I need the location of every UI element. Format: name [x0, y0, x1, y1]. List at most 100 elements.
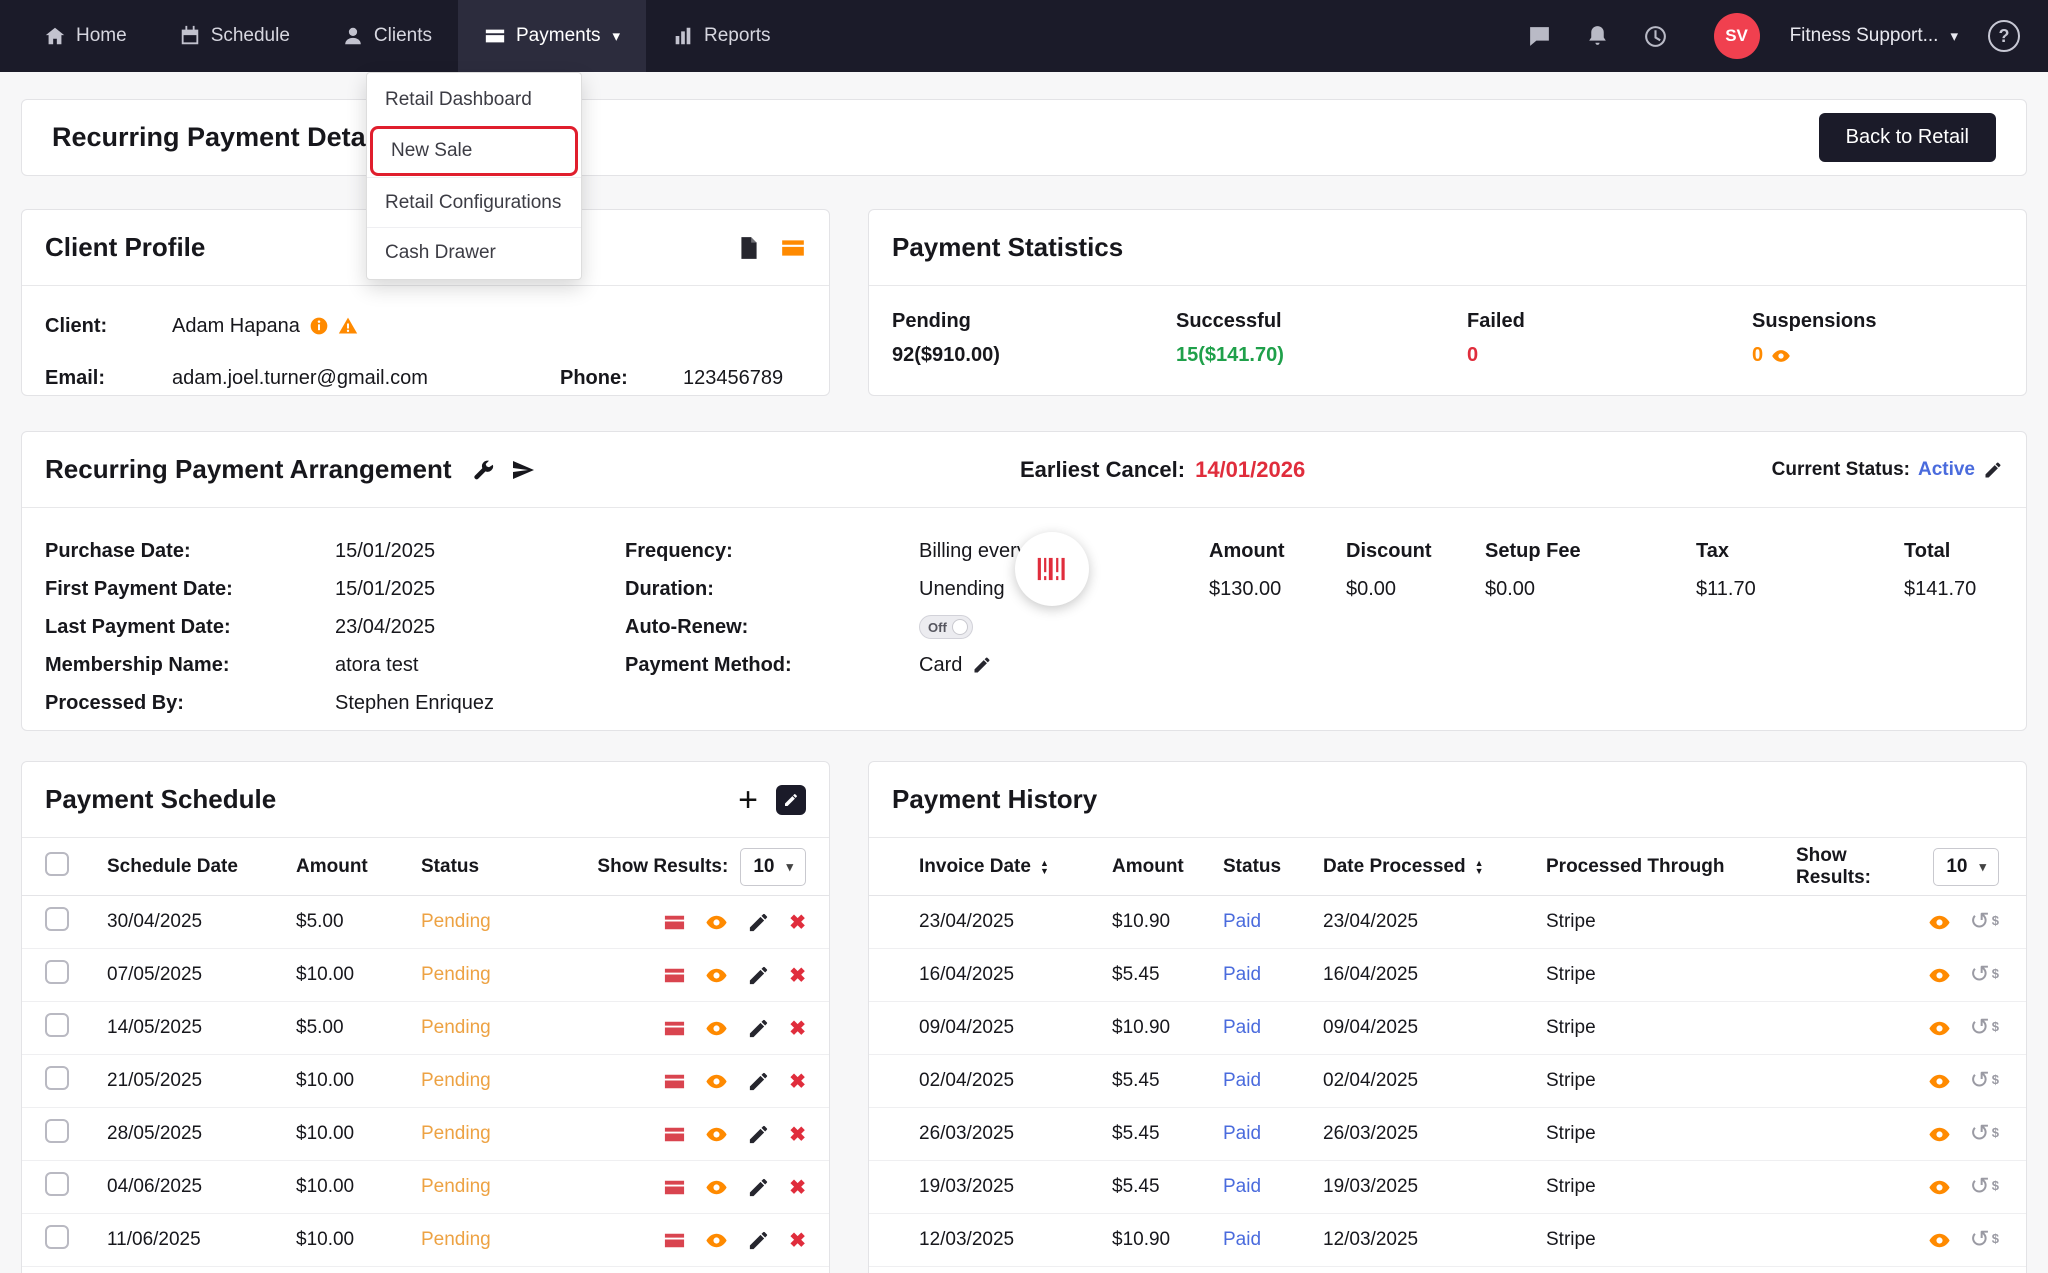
client-document-icon[interactable] [736, 235, 762, 261]
processed-through: Stripe [1546, 1123, 1796, 1145]
delete-x-icon[interactable]: ✖ [789, 963, 806, 988]
view-eye-icon[interactable] [705, 911, 728, 934]
edit-pencil-icon[interactable] [747, 1123, 770, 1146]
edit-payment-method-pencil-icon[interactable] [972, 655, 992, 675]
info-icon[interactable] [309, 316, 329, 336]
page-title: Recurring Payment Detail [52, 122, 381, 153]
row-checkbox[interactable] [45, 907, 69, 931]
delete-x-icon[interactable]: ✖ [789, 1069, 806, 1094]
history-row: 26/03/2025 $5.45 Paid 26/03/2025 Stripe … [869, 1108, 2026, 1161]
charge-card-icon[interactable] [663, 1123, 686, 1146]
edit-status-pencil-icon[interactable] [1983, 460, 2003, 480]
wrench-icon[interactable] [471, 458, 495, 482]
charge-card-icon[interactable] [663, 1229, 686, 1252]
view-eye-icon[interactable] [1928, 911, 1951, 934]
row-checkbox[interactable] [45, 1013, 69, 1037]
nav-home[interactable]: Home [18, 0, 153, 72]
delete-x-icon[interactable]: ✖ [789, 1228, 806, 1253]
delete-x-icon[interactable]: ✖ [789, 1122, 806, 1147]
delete-x-icon[interactable]: ✖ [789, 910, 806, 935]
refund-icon[interactable]: ↺$ [1970, 1176, 1999, 1198]
charge-card-icon[interactable] [663, 1176, 686, 1199]
view-eye-icon[interactable] [1928, 964, 1951, 987]
avatar[interactable]: SV [1714, 13, 1760, 59]
schedule-date: 30/04/2025 [107, 911, 296, 933]
view-eye-icon[interactable] [1928, 1070, 1951, 1093]
edit-pencil-icon[interactable] [747, 1017, 770, 1040]
notifications-bell-icon[interactable] [1584, 22, 1612, 50]
view-eye-icon[interactable] [1928, 1229, 1951, 1252]
main-nav: Home Schedule Clients Payments ▾ Reports [0, 0, 797, 72]
account-menu[interactable]: Fitness Support... ▾ [1790, 25, 1958, 47]
show-results-select[interactable]: 10 ▾ [1933, 848, 1999, 886]
edit-pencil-icon[interactable] [747, 1070, 770, 1093]
status-active-link[interactable]: Active [1918, 459, 1975, 481]
delete-x-icon[interactable]: ✖ [789, 1016, 806, 1041]
schedule-table-header: Schedule Date Amount Status Show Results… [22, 838, 829, 896]
nav-clients[interactable]: Clients [316, 0, 458, 72]
clock-icon[interactable] [1642, 22, 1670, 50]
view-eye-icon[interactable] [705, 1123, 728, 1146]
nav-schedule[interactable]: Schedule [153, 0, 316, 72]
refund-icon[interactable]: ↺$ [1970, 1123, 1999, 1145]
eye-icon[interactable] [1771, 346, 1791, 366]
col-date-processed-sort[interactable]: Date Processed ▲▼ [1323, 856, 1546, 878]
auto-renew-toggle[interactable]: Off [919, 615, 973, 639]
col-invoice-date-sort[interactable]: Invoice Date ▲▼ [896, 856, 1112, 878]
home-icon [44, 25, 66, 47]
menu-item-new-sale[interactable]: New Sale [373, 129, 575, 173]
phone-label: Phone: [560, 367, 683, 390]
back-to-retail-button[interactable]: Back to Retail [1819, 113, 1996, 162]
schedule-status: Pending [421, 911, 571, 933]
menu-item-retail-configurations[interactable]: Retail Configurations [367, 177, 581, 227]
refund-icon[interactable]: ↺$ [1970, 964, 1999, 986]
client-payment-card-icon[interactable] [780, 235, 806, 261]
chevron-down-icon: ▾ [1979, 859, 1986, 875]
refund-icon[interactable]: ↺$ [1970, 911, 1999, 933]
refund-icon[interactable]: ↺$ [1970, 1070, 1999, 1092]
warning-icon[interactable] [338, 316, 358, 336]
send-icon[interactable] [511, 458, 535, 482]
menu-item-retail-dashboard[interactable]: Retail Dashboard [367, 75, 581, 125]
edit-pencil-icon[interactable] [747, 911, 770, 934]
delete-x-icon[interactable]: ✖ [789, 1175, 806, 1200]
show-results-select[interactable]: 10 ▾ [740, 848, 806, 886]
charge-card-icon[interactable] [663, 1017, 686, 1040]
bulk-edit-icon[interactable] [776, 785, 806, 815]
date-processed: 09/04/2025 [1323, 1017, 1546, 1039]
row-checkbox[interactable] [45, 1172, 69, 1196]
view-eye-icon[interactable] [705, 1229, 728, 1252]
view-eye-icon[interactable] [705, 1070, 728, 1093]
charge-card-icon[interactable] [663, 911, 686, 934]
view-eye-icon[interactable] [1928, 1017, 1951, 1040]
edit-pencil-icon[interactable] [747, 1176, 770, 1199]
invoice-date: 09/04/2025 [896, 1017, 1112, 1039]
charge-card-icon[interactable] [663, 1070, 686, 1093]
row-checkbox[interactable] [45, 960, 69, 984]
invoice-date: 19/03/2025 [896, 1176, 1112, 1198]
charge-card-icon[interactable] [663, 964, 686, 987]
edit-pencil-icon[interactable] [747, 964, 770, 987]
history-table-header: Invoice Date ▲▼ Amount Status Date Proce… [869, 838, 2026, 896]
nav-payments[interactable]: Payments ▾ [458, 0, 646, 72]
help-icon[interactable]: ? [1988, 20, 2020, 52]
processed-through: Stripe [1546, 964, 1796, 986]
row-checkbox[interactable] [45, 1225, 69, 1249]
add-schedule-icon[interactable]: + [738, 787, 758, 813]
duration-value: Unending [919, 578, 1005, 601]
view-eye-icon[interactable] [705, 1017, 728, 1040]
chat-icon[interactable] [1526, 22, 1554, 50]
refund-icon[interactable]: ↺$ [1970, 1229, 1999, 1251]
edit-pencil-icon[interactable] [747, 1229, 770, 1252]
row-checkbox[interactable] [45, 1066, 69, 1090]
col-amount: Amount [296, 856, 421, 878]
refund-icon[interactable]: ↺$ [1970, 1017, 1999, 1039]
view-eye-icon[interactable] [705, 1176, 728, 1199]
view-eye-icon[interactable] [1928, 1176, 1951, 1199]
row-checkbox[interactable] [45, 1119, 69, 1143]
select-all-checkbox[interactable] [45, 852, 69, 876]
view-eye-icon[interactable] [705, 964, 728, 987]
view-eye-icon[interactable] [1928, 1123, 1951, 1146]
nav-reports[interactable]: Reports [646, 0, 797, 72]
menu-item-cash-drawer[interactable]: Cash Drawer [367, 227, 581, 277]
